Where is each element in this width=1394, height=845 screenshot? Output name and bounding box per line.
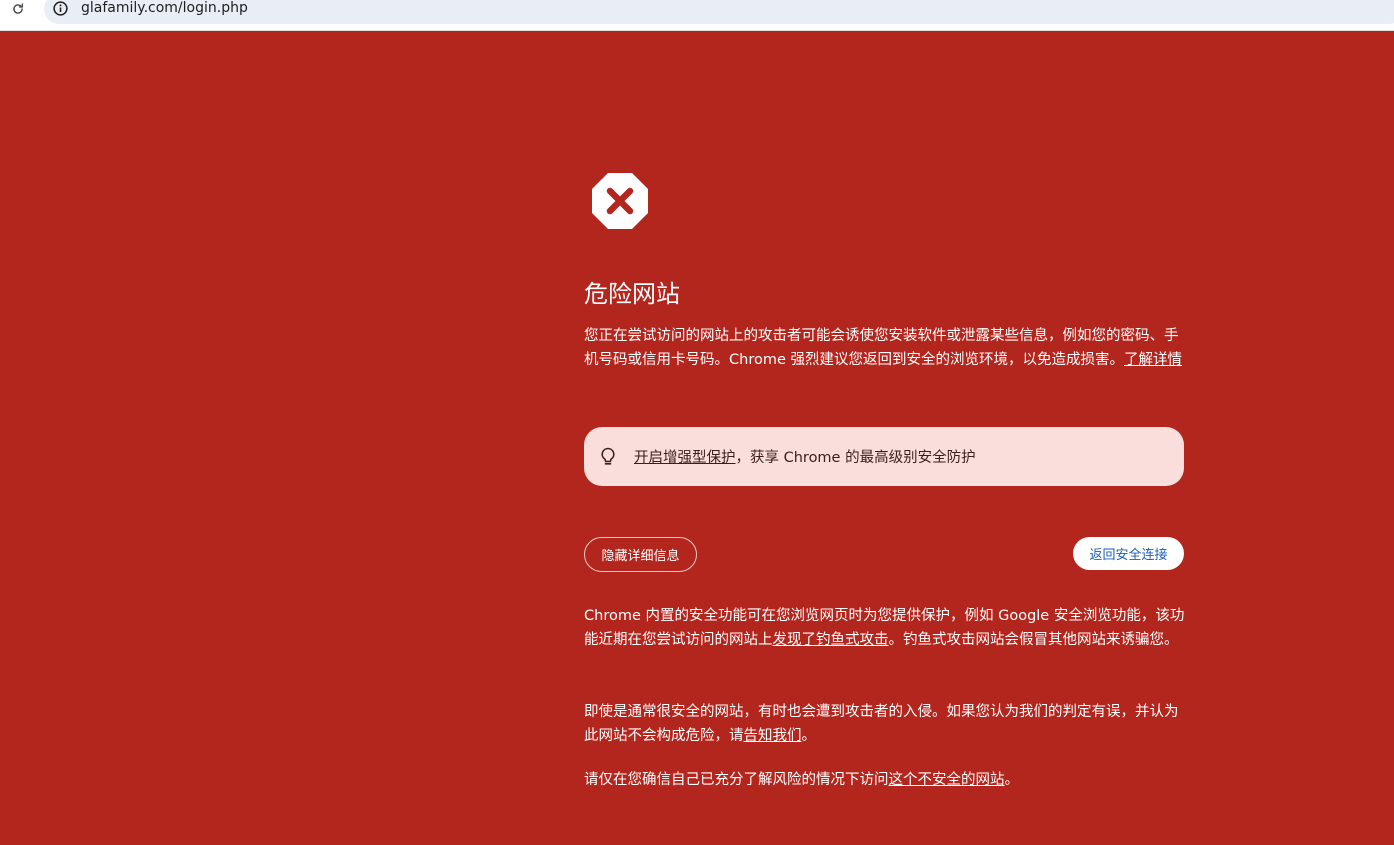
details-p1-suffix: 。钓鱼式攻击网站会假冒其他网站来诱骗您。 [888,632,1179,648]
details-paragraph-3: 请仅在您确信自己已充分了解风险的情况下访问这个不安全的网站。 [584,768,1188,792]
enhanced-protection-text: 开启增强型保护，获享 Chrome 的最高级别安全防护 [634,446,976,467]
danger-octagon-x-icon [591,172,649,230]
lightbulb-icon [599,447,617,467]
enable-enhanced-protection-link[interactable]: 开启增强型保护 [634,450,736,466]
details-paragraph-1: Chrome 内置的安全功能可在您浏览网页时为您提供保护，例如 Google 安… [584,604,1188,652]
details-p2-suffix: 。 [801,728,817,744]
details-p2-text: 即使是通常很安全的网站，有时也会遭到攻击者的入侵。如果您认为我们的判定有误，并认… [584,704,1179,744]
report-error-link[interactable]: 告知我们 [744,728,802,744]
address-url[interactable]: glafamily.com/login.php [81,0,248,17]
learn-more-link[interactable]: 了解详情 [1124,352,1182,368]
reload-icon[interactable] [9,0,27,18]
details-paragraph-2: 即使是通常很安全的网站，有时也会遭到攻击者的入侵。如果您认为我们的判定有误，并认… [584,700,1188,748]
details-p3-text: 请仅在您确信自己已充分了解风险的情况下访问 [584,772,889,788]
warning-description: 您正在尝试访问的网站上的攻击者可能会诱使您安装软件或泄露某些信息，例如您的密码、… [584,324,1188,372]
browser-toolbar: glafamily.com/login.php [0,0,1394,31]
back-to-safety-button[interactable]: 返回安全连接 [1073,537,1184,570]
hide-details-button[interactable]: 隐藏详细信息 [584,537,697,572]
enhanced-protection-suffix: ，获享 Chrome 的最高级别安全防护 [735,450,976,466]
page-title: 危险网站 [584,280,680,308]
warning-description-text: 您正在尝试访问的网站上的攻击者可能会诱使您安装软件或泄露某些信息，例如您的密码、… [584,328,1179,368]
details-p3-suffix: 。 [1004,772,1020,788]
enhanced-protection-banner: 开启增强型保护，获享 Chrome 的最高级别安全防护 [584,427,1184,486]
visit-unsafe-site-link[interactable]: 这个不安全的网站 [889,772,1005,788]
phishing-detected-link[interactable]: 发现了钓鱼式攻击 [773,632,889,648]
info-icon[interactable] [52,0,69,17]
